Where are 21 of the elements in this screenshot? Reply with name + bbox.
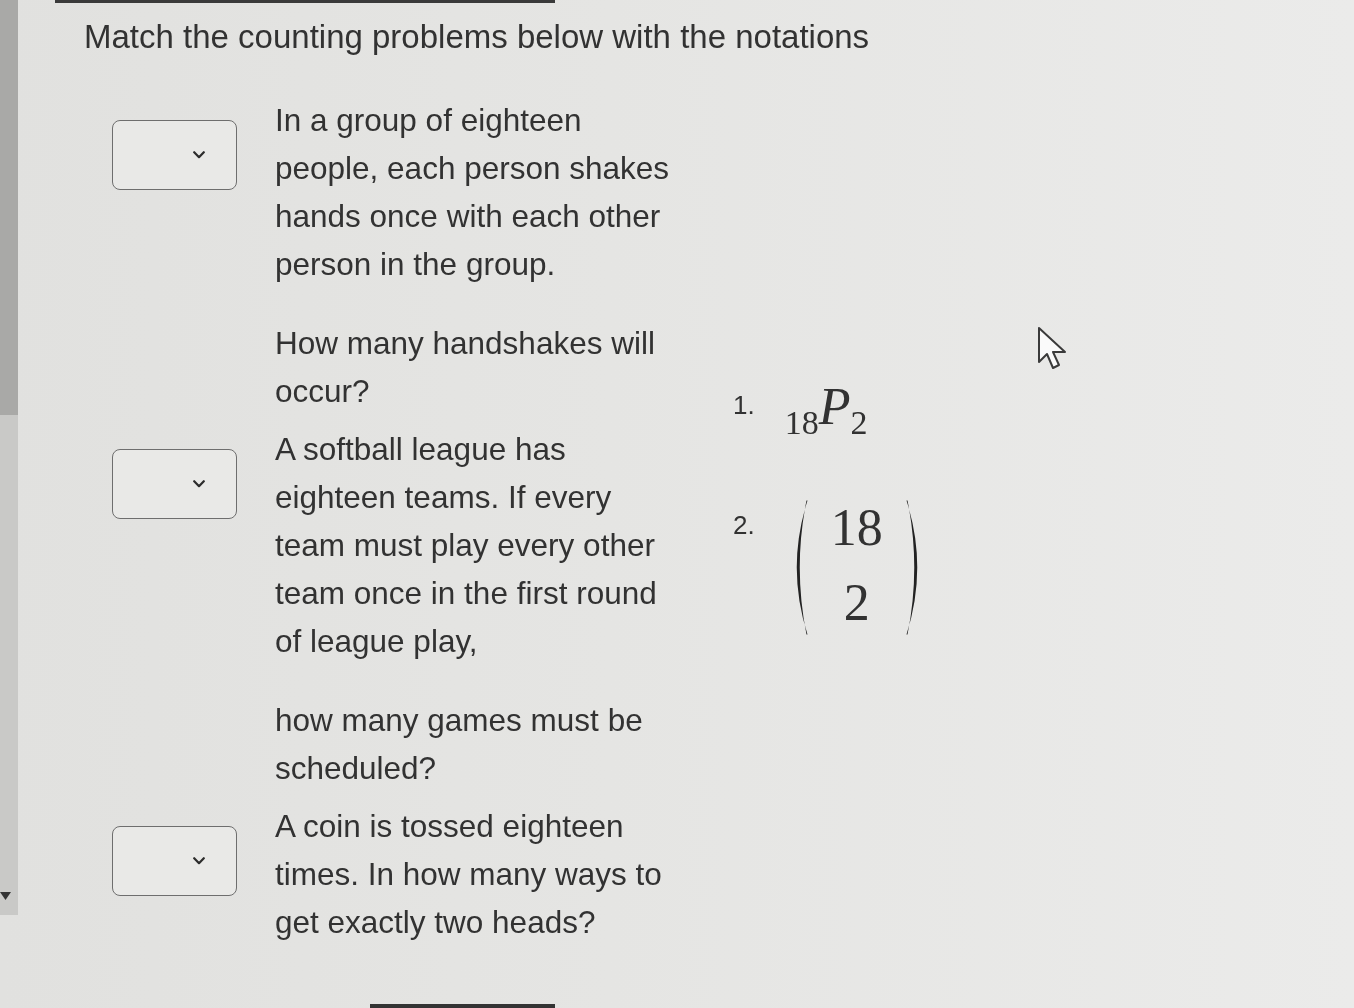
question-text: how many games must be scheduled? (275, 701, 644, 788)
answer-dropdown[interactable] (112, 120, 237, 190)
question-text: A softball league has eighteen teams. If every team must play every other team once in the first round of league play, (275, 430, 658, 661)
parenthesis-icon (905, 500, 919, 635)
permutation-notation: $_{18}$P$_{2}$ (784, 380, 868, 443)
binomial-top-number: 18 (830, 500, 883, 556)
parenthesis-icon (794, 500, 808, 635)
chevron-icon (193, 151, 205, 159)
option-number: 2. (733, 510, 755, 540)
answer-dropdown[interactable] (112, 449, 237, 519)
question-text: A coin is tossed eighteen times. In how many ways to get exactly two heads? (275, 807, 663, 942)
triangle-icon (0, 892, 11, 900)
chevron-icon (193, 857, 205, 865)
question-text: In a group of eighteen people, each person shakes hands once with each other person in the group. (275, 101, 671, 284)
option-number: 1. (733, 390, 755, 420)
instruction-text: Match the counting problems below with the notations (84, 17, 870, 57)
scrollbar-thumb[interactable] (0, 0, 18, 415)
answer-dropdown[interactable] (112, 826, 237, 896)
question-text: How many handshakes will occur? (275, 324, 656, 411)
chevron-icon (193, 480, 205, 488)
binomial-bottom-number: 2 (843, 575, 870, 631)
